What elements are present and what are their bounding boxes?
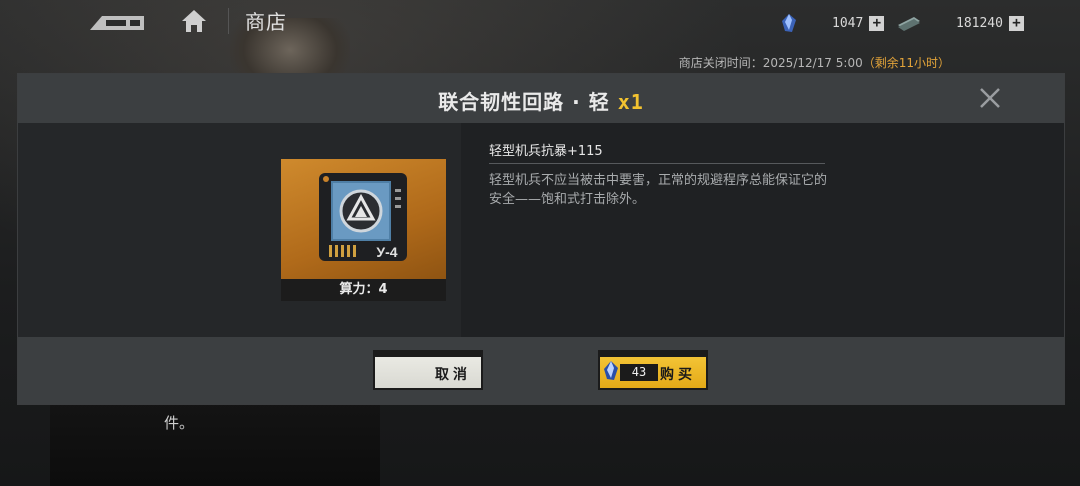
back-arrow-icon [90, 16, 144, 30]
circuit-chip-icon: У-4 [319, 173, 407, 261]
back-button[interactable] [88, 10, 146, 32]
background-text: 件。 [164, 414, 195, 432]
dialog-header: 联合韧性回路 · 轻 x1 [18, 74, 1064, 123]
close-icon [980, 88, 1000, 108]
dialog-footer: 取消 43 购买 [18, 337, 1064, 404]
store-close-label: 商店关闭时间：2025/12/17 5:00 [678, 56, 863, 70]
item-description: 轻型机兵不应当被击中要害，正常的规避程序总能保证它的安全——饱和式打击除外。 [489, 173, 828, 207]
chip-code: У-4 [376, 244, 397, 260]
item-power: 算力：4 [281, 279, 446, 301]
store-close-time: 商店关闭时间：2025/12/17 5:00（剩余11小时） [679, 54, 950, 71]
item-card: У-4 算力：4 [281, 159, 446, 301]
item-name: 联合韧性回路 · 轻 [438, 90, 610, 114]
header-divider [228, 8, 229, 34]
purchase-dialog: 联合韧性回路 · 轻 x1 У-4 算力：4 轻型机兵抗暴+115 轻型机兵不应… [17, 73, 1065, 405]
page-title: 商店 [245, 10, 287, 34]
item-preview-pane: У-4 算力：4 [18, 123, 461, 337]
item-quantity: x1 [617, 90, 644, 114]
dialog-title: 联合韧性回路 · 轻 x1 [18, 86, 1064, 115]
buy-label: 购买 [660, 367, 696, 383]
cancel-label: 取消 [435, 367, 471, 383]
close-button[interactable] [976, 84, 1004, 112]
price: 43 [620, 364, 658, 381]
button-strip [600, 352, 706, 357]
item-info-pane: 轻型机兵抗暴+115 轻型机兵不应当被击中要害，正常的规避程序总能保证它的安全—… [461, 123, 1064, 337]
top-bar: 商店 1047 + 181240 + [0, 0, 1080, 44]
divider [489, 163, 825, 164]
cash-stack-icon [898, 17, 920, 31]
currency-gem: 1047 + [780, 12, 885, 34]
crystal-gem-icon [782, 14, 796, 32]
add-cash-button[interactable]: + [1008, 15, 1024, 31]
dialog-body: У-4 算力：4 轻型机兵抗暴+115 轻型机兵不应当被击中要害，正常的规避程序… [18, 123, 1064, 337]
button-strip [375, 352, 481, 357]
cancel-button[interactable]: 取消 [373, 350, 483, 390]
currency-cash: 181240 + [896, 12, 1024, 34]
add-gem-button[interactable]: + [869, 15, 885, 31]
item-effect: 轻型机兵抗暴+115 [489, 144, 603, 159]
gem-amount: 1047 [832, 15, 864, 31]
item-image: У-4 [281, 159, 446, 279]
cash-amount: 181240 [956, 15, 1003, 31]
store-remaining-time: （剩余11小时） [862, 56, 950, 70]
crystal-gem-icon [604, 361, 618, 380]
buy-button[interactable]: 43 购买 [598, 350, 708, 390]
home-icon [182, 10, 206, 32]
home-button[interactable] [180, 8, 208, 34]
background-character-body [50, 400, 380, 486]
